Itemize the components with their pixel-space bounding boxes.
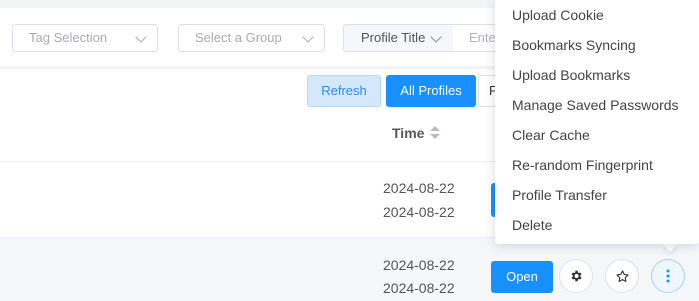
more-actions-menu: Upload Cookie Bookmarks Syncing Upload B… (495, 0, 699, 244)
more-actions-button[interactable] (651, 259, 685, 293)
updated-date: 2024-08-22 (383, 280, 455, 296)
search-placeholder: Ente (469, 30, 496, 45)
star-icon (615, 269, 629, 282)
chevron-down-icon (135, 31, 147, 43)
menu-item-re-random-fingerprint[interactable]: Re-random Fingerprint (512, 157, 653, 173)
group-selection-placeholder: Select a Group (195, 30, 282, 45)
menu-item-profile-transfer[interactable]: Profile Transfer (512, 187, 607, 203)
favorite-button[interactable] (605, 259, 639, 293)
menu-item-delete[interactable]: Delete (512, 217, 552, 233)
time-column-header[interactable]: Time (392, 125, 424, 141)
search-field-selector[interactable]: Profile Title (343, 24, 454, 52)
created-date: 2024-08-22 (383, 180, 455, 196)
all-profiles-button[interactable]: All Profiles (386, 75, 476, 107)
created-date: 2024-08-22 (383, 257, 455, 273)
chevron-down-icon (302, 31, 314, 43)
chevron-down-icon (430, 31, 442, 43)
more-vertical-icon (666, 269, 670, 283)
menu-item-manage-saved-passwords[interactable]: Manage Saved Passwords (512, 97, 679, 113)
menu-item-bookmarks-syncing[interactable]: Bookmarks Syncing (512, 37, 636, 53)
refresh-button[interactable]: Refresh (307, 75, 381, 107)
tag-selection-dropdown[interactable]: Tag Selection (12, 24, 158, 52)
updated-date: 2024-08-22 (383, 204, 455, 220)
menu-item-upload-cookie[interactable]: Upload Cookie (512, 7, 604, 23)
menu-item-clear-cache[interactable]: Clear Cache (512, 127, 590, 143)
menu-item-upload-bookmarks[interactable]: Upload Bookmarks (512, 67, 630, 83)
settings-button[interactable] (559, 259, 593, 293)
tag-selection-placeholder: Tag Selection (29, 30, 108, 45)
sort-icon[interactable] (430, 126, 440, 140)
open-button[interactable]: Open (491, 261, 553, 293)
gear-icon (571, 270, 582, 282)
table-row (0, 238, 699, 301)
search-field-label: Profile Title (361, 30, 426, 45)
group-selection-dropdown[interactable]: Select a Group (178, 24, 325, 52)
